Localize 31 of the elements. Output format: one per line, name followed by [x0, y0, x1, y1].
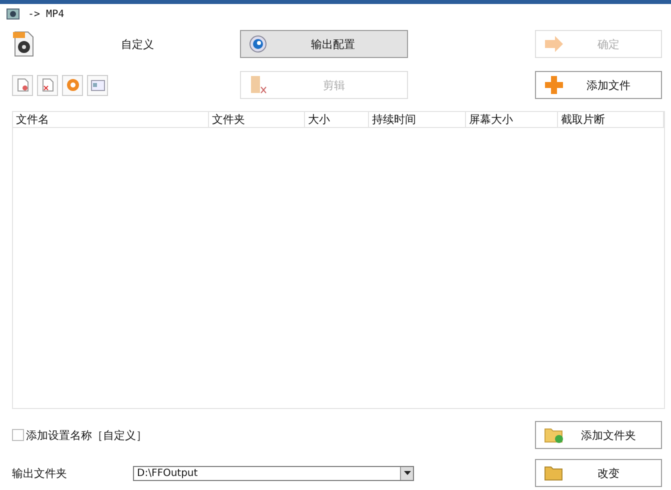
- add-folder-button[interactable]: 添加文件夹: [535, 421, 662, 449]
- film-icon: [6, 8, 20, 20]
- add-file-button[interactable]: 添加文件: [535, 71, 662, 99]
- video-file-icon: [12, 30, 36, 58]
- column-header[interactable]: 持续时间: [369, 112, 466, 127]
- column-header[interactable]: 文件名: [13, 112, 209, 127]
- profile-label: 自定义: [121, 36, 154, 52]
- output-folder-dropdown[interactable]: D:\FFOutput: [133, 466, 414, 480]
- folder-icon: [544, 464, 564, 482]
- delete-page-icon: [42, 78, 54, 92]
- window-title: -> MP4: [28, 8, 64, 20]
- caret-icon: [404, 471, 410, 475]
- arrow-icon: [544, 36, 564, 52]
- checkbox-label: 添加设置名称［自定义］: [26, 428, 147, 442]
- column-header[interactable]: 大小: [305, 112, 369, 127]
- column-header[interactable]: 屏幕大小: [466, 112, 558, 127]
- output-settings-button[interactable]: 输出配置: [240, 30, 408, 58]
- card-icon: [90, 80, 104, 90]
- toolbar-button[interactable]: [37, 74, 58, 96]
- folder-icon: [544, 426, 564, 444]
- page-icon: [16, 78, 28, 92]
- toolbar-button[interactable]: [12, 74, 33, 96]
- checkbox[interactable]: [12, 429, 24, 441]
- plus-icon: [544, 75, 564, 95]
- change-button[interactable]: 改变: [535, 459, 662, 487]
- output-folder-label: 输出文件夹: [12, 466, 68, 480]
- toolbar-button[interactable]: [62, 74, 83, 96]
- column-header[interactable]: 截取片断: [558, 112, 664, 127]
- column-header[interactable]: 文件夹: [209, 112, 305, 127]
- toolbar-button[interactable]: [87, 74, 108, 96]
- gear-icon: [249, 35, 267, 53]
